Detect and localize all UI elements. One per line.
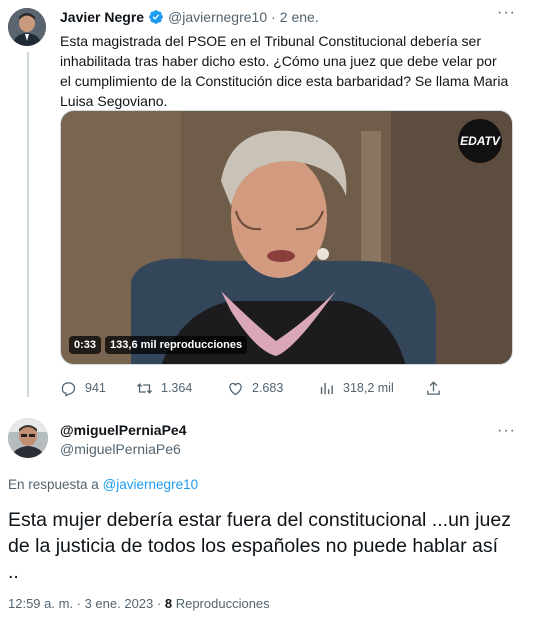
reply-to-mention[interactable]: @javiernegre10 bbox=[103, 477, 199, 492]
video-player[interactable]: EDATV 0:33 133,6 mil reproducciones bbox=[60, 110, 513, 365]
views-icon bbox=[320, 382, 333, 394]
reply-tweet[interactable]: @miguelPerniaPe4 @miguelPerniaPe6 ··· En… bbox=[0, 410, 530, 629]
video-thumbnail bbox=[61, 111, 512, 364]
tweet-text: Esta mujer debería estar fuera del const… bbox=[8, 509, 511, 583]
author-name[interactable]: @miguelPerniaPe4 bbox=[60, 422, 186, 438]
retweet-count: 1.364 bbox=[161, 381, 193, 395]
like-count: 2.683 bbox=[252, 381, 284, 395]
tweet-text: Esta magistrada del PSOE en el Tribunal … bbox=[60, 33, 509, 109]
reply-button[interactable]: 941 bbox=[60, 378, 106, 398]
author-handle[interactable]: @miguelPerniaPe6 bbox=[60, 441, 181, 457]
meta-separator: · bbox=[271, 9, 276, 25]
view-label: Reproducciones bbox=[175, 596, 270, 611]
retweet-button[interactable]: 1.364 bbox=[136, 378, 192, 398]
reply-count: 941 bbox=[85, 381, 106, 395]
video-badges: 0:33 133,6 mil reproducciones bbox=[69, 336, 248, 354]
author-name[interactable]: Javier Negre bbox=[60, 9, 144, 25]
video-view-count: 133,6 mil reproducciones bbox=[105, 336, 248, 354]
video-duration: 0:33 bbox=[69, 336, 102, 354]
views-count: 318,2 mil bbox=[343, 381, 394, 395]
parent-tweet[interactable]: Javier Negre @javiernegre10 · 2 ene. ···… bbox=[0, 0, 530, 410]
views-button[interactable]: 318,2 mil bbox=[318, 378, 394, 398]
like-button[interactable]: 2.683 bbox=[227, 378, 283, 398]
tweet-header: Javier Negre @javiernegre10 · 2 ene. bbox=[60, 8, 319, 26]
reply-icon bbox=[61, 381, 76, 397]
tweet-metadata: 12:59 a. m. · 3 ene. 2023 · 8 Reproducci… bbox=[8, 596, 270, 611]
avatar[interactable] bbox=[8, 418, 48, 458]
avatar[interactable] bbox=[8, 8, 46, 46]
more-icon[interactable]: ··· bbox=[497, 4, 516, 22]
share-button[interactable] bbox=[425, 378, 442, 398]
share-icon bbox=[427, 380, 440, 395]
channel-logo: EDATV bbox=[458, 119, 502, 163]
tweet-actions: 941 1.364 2.683 318,2 mil bbox=[60, 378, 460, 398]
tweet-date[interactable]: 2 ene. bbox=[280, 9, 319, 25]
tweet-timestamp[interactable]: 12:59 a. m. · 3 ene. 2023 · bbox=[8, 596, 161, 611]
reply-to-label: En respuesta a bbox=[8, 477, 99, 492]
more-icon[interactable]: ··· bbox=[497, 422, 516, 440]
like-icon bbox=[229, 382, 242, 395]
view-count: 8 bbox=[164, 596, 173, 611]
verified-badge-icon bbox=[149, 10, 163, 24]
author-handle[interactable]: @javiernegre10 bbox=[168, 9, 267, 25]
retweet-icon bbox=[136, 382, 153, 394]
reply-context: En respuesta a @javiernegre10 bbox=[8, 477, 198, 492]
